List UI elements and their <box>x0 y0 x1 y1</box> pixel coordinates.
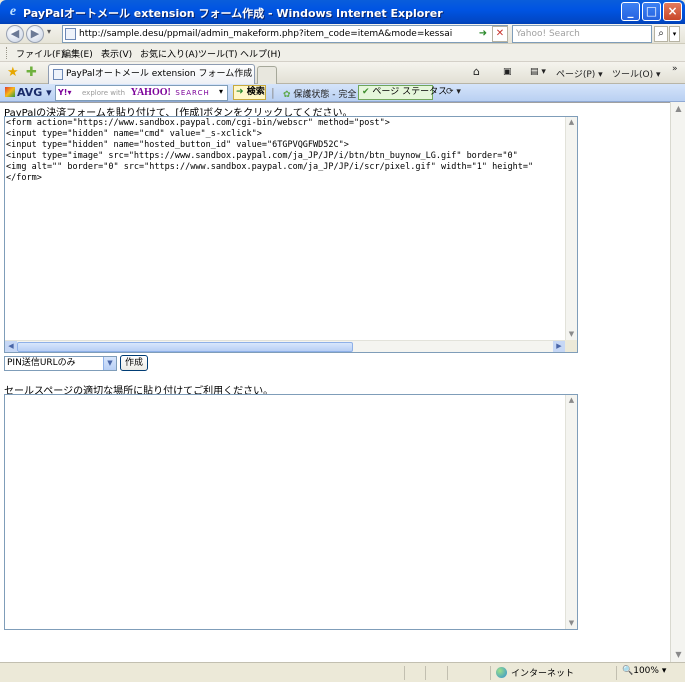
output-vertical-scrollbar[interactable]: ▲ ▼ <box>565 395 577 629</box>
add-favorites-icon[interactable]: ✚ <box>26 65 37 80</box>
menu-grip <box>6 47 8 59</box>
code-horizontal-scrollbar[interactable]: ◀ ▶ <box>5 340 565 352</box>
avg-options-icon[interactable]: ⟳ ▾ <box>446 87 461 97</box>
yahoo-search-input[interactable]: Y!▾ explore with YAHOO! SEARCH <box>55 85 228 101</box>
mode-select-value: PIN送信URLのみ <box>7 358 76 368</box>
page-icon <box>65 28 76 40</box>
go-icon: ➜ <box>236 87 244 97</box>
scroll-corner <box>565 340 577 352</box>
avg-logo[interactable]: AVG ▾ <box>5 86 52 99</box>
shield-icon: ✿ <box>283 90 291 100</box>
status-bar: インターネット 🔍100% ▾ <box>0 662 685 682</box>
print-icon[interactable]: ▤ ▾ <box>530 67 546 77</box>
address-input[interactable]: http://sample.desu/ppmail/admin_makeform… <box>62 25 508 43</box>
favorites-star-icon[interactable]: ★ <box>7 65 19 80</box>
status-divider <box>490 666 491 680</box>
avg-toolbar: AVG ▾ Y!▾ explore with YAHOO! SEARCH ▾ ➜… <box>0 84 685 102</box>
zoom-label: 100% <box>633 666 659 676</box>
window-title: PayPalオートメール extension フォーム作成 - Windows … <box>23 7 443 20</box>
chevron-more-icon[interactable]: » <box>672 64 678 74</box>
zoom-level[interactable]: 🔍100% ▾ <box>622 666 666 676</box>
form-code-textarea[interactable]: <form action="https://www.sandbox.paypal… <box>4 116 578 353</box>
avg-search-button[interactable]: ➜ 検索 <box>233 85 266 100</box>
search-input[interactable]: Yahoo! Search <box>512 25 652 43</box>
tools-menu[interactable]: ツール(O) ▾ <box>612 67 661 80</box>
status-divider <box>425 666 426 680</box>
code-vertical-scrollbar[interactable]: ▲ ▼ <box>565 117 577 340</box>
yahoo-dropdown-icon[interactable]: ▾ <box>219 87 223 96</box>
tab-bar: ★ ✚ PayPalオートメール extension フォーム作成 ⌂ ▣ ▤ … <box>0 62 685 84</box>
maximize-button[interactable]: □ <box>642 2 661 21</box>
menu-view[interactable]: 表示(V) <box>101 47 132 60</box>
page-vertical-scrollbar[interactable]: ▲ ▼ <box>670 102 685 662</box>
page-status-label: ページ ステータス <box>372 87 448 97</box>
tab-active[interactable]: PayPalオートメール extension フォーム作成 <box>48 64 255 84</box>
menu-edit[interactable]: 編集(E) <box>62 47 93 60</box>
page-scroll-down-icon[interactable]: ▼ <box>672 648 685 662</box>
yahoo-logo: YAHOO! <box>130 87 171 98</box>
refresh-go-icon[interactable]: ➜ <box>476 27 490 41</box>
address-url: http://sample.desu/ppmail/admin_makeform… <box>79 29 453 39</box>
menu-file[interactable]: ファイル(F) <box>16 47 64 60</box>
protection-label: 保護状態 - 完全 <box>293 90 357 100</box>
forward-button[interactable]: ▶ <box>26 25 44 43</box>
page-status-button[interactable]: ✔ ページ ステータス <box>358 85 447 100</box>
minimize-button[interactable]: _ <box>621 2 640 21</box>
chevron-down-icon[interactable]: ▼ <box>103 357 116 370</box>
scroll-left-icon[interactable]: ◀ <box>5 341 17 352</box>
output-scroll-down-icon[interactable]: ▼ <box>566 618 577 629</box>
page-scroll-up-icon[interactable]: ▲ <box>672 102 685 116</box>
page-menu[interactable]: ページ(P) ▾ <box>556 67 603 80</box>
security-zone[interactable]: インターネット <box>496 666 574 679</box>
avg-search-label: 検索 <box>246 87 265 97</box>
zone-label: インターネット <box>511 669 575 679</box>
back-button[interactable]: ◀ <box>6 25 24 43</box>
search-options-icon[interactable]: ▾ <box>669 26 680 42</box>
protection-status[interactable]: ✿ 保護状態 - 完全 <box>283 87 356 100</box>
status-divider <box>447 666 448 680</box>
menu-help[interactable]: ヘルプ(H) <box>240 47 281 60</box>
address-row: ◀ ▶ ▾ http://sample.desu/ppmail/admin_ma… <box>0 24 685 44</box>
scroll-right-icon[interactable]: ▶ <box>553 341 565 352</box>
explore-with-label: explore with <box>82 89 126 97</box>
tab-page-icon <box>53 69 63 80</box>
stop-icon[interactable]: ✕ <box>492 26 508 42</box>
scroll-down-icon[interactable]: ▼ <box>566 329 577 340</box>
search-icon[interactable]: ⌕ <box>654 26 668 42</box>
output-textarea[interactable]: ▲ ▼ <box>4 394 578 630</box>
output-scroll-up-icon[interactable]: ▲ <box>566 395 577 406</box>
create-button[interactable]: 作成 <box>120 355 148 371</box>
yahoo-search-label: SEARCH <box>175 89 210 97</box>
scroll-thumb[interactable] <box>17 342 353 352</box>
new-tab-button[interactable] <box>257 66 277 84</box>
status-divider <box>616 666 617 680</box>
feeds-icon[interactable]: ▣ <box>503 67 512 77</box>
avg-logo-icon <box>5 87 15 97</box>
zoom-icon: 🔍 <box>622 666 634 676</box>
yahoo-mini-logo-icon: Y!▾ <box>58 88 72 97</box>
form-code-text: <form action="https://www.sandbox.paypal… <box>6 118 534 183</box>
scroll-up-icon[interactable]: ▲ <box>566 117 577 128</box>
ie-icon: e <box>9 4 17 19</box>
tab-label: PayPalオートメール extension フォーム作成 <box>66 69 253 79</box>
home-icon[interactable]: ⌂ <box>473 65 480 78</box>
status-divider <box>404 666 405 680</box>
recent-pages-icon[interactable]: ▾ <box>47 27 51 36</box>
menu-favorites[interactable]: お気に入り(A) <box>140 47 198 60</box>
check-icon: ✔ <box>362 87 370 97</box>
menu-bar: ファイル(F) 編集(E) 表示(V) お気に入り(A) ツール(T) ヘルプ(… <box>0 44 685 62</box>
mode-select[interactable]: PIN送信URLのみ ▼ <box>4 356 117 371</box>
toolbar-separator: | <box>271 86 275 99</box>
globe-icon <box>496 667 507 678</box>
menu-tools[interactable]: ツール(T) <box>198 47 238 60</box>
title-bar: e PayPalオートメール extension フォーム作成 - Window… <box>0 0 685 24</box>
page-content: PayPalの決済フォームを貼り付けて、[作成]ボタンをクリックしてください。 … <box>0 102 670 662</box>
close-button[interactable]: × <box>663 2 682 21</box>
avg-label: AVG <box>17 86 43 99</box>
